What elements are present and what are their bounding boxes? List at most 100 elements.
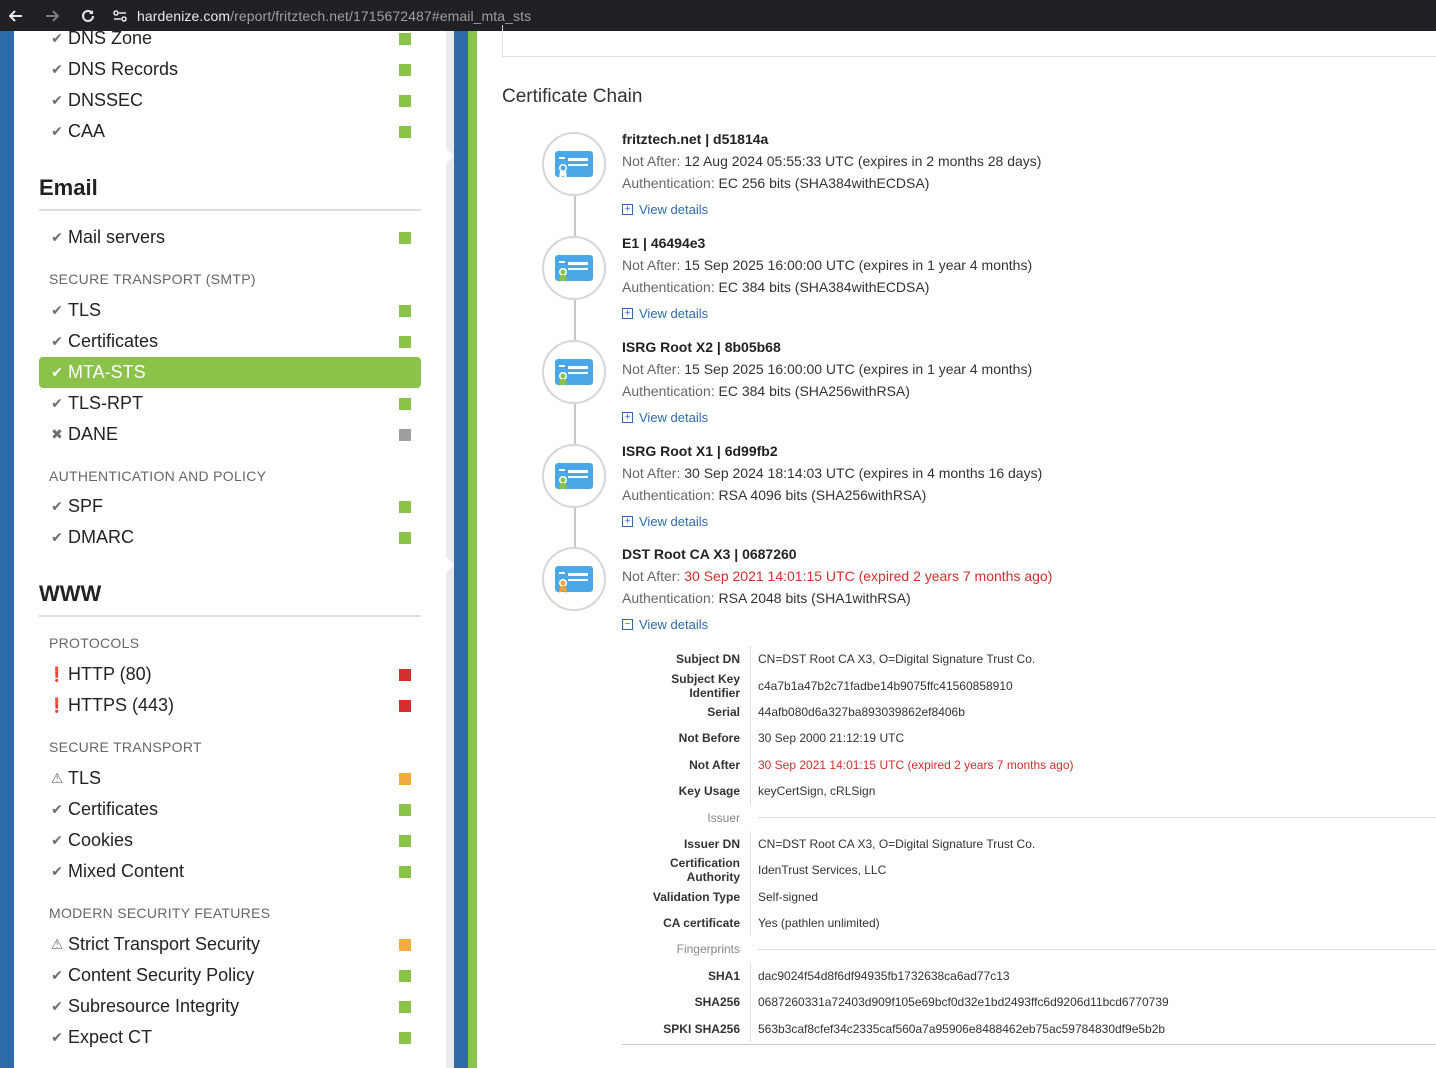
status-square — [399, 500, 411, 513]
group-divider — [758, 817, 1436, 819]
back-button[interactable] — [2, 2, 30, 30]
detail-key: Issuer DN — [683, 836, 740, 851]
details-bottom-border — [622, 1043, 1436, 1045]
warning-icon: ⚠ — [50, 936, 64, 952]
detail-group-fingerprints: Fingerprints — [622, 936, 1436, 962]
sidebar-item-label: DNS Zone — [68, 31, 153, 48]
section-title-www: WWW — [39, 581, 421, 617]
hide-details-link[interactable]: − View details — [622, 613, 1422, 635]
sidebar-item-www-certificates[interactable]: ✔ Certificates — [39, 794, 421, 825]
status-square — [399, 1000, 411, 1013]
certificate-icon — [542, 236, 606, 300]
sidebar-item-http[interactable]: ❗ HTTP (80) — [39, 659, 421, 690]
cross-icon: ✖ — [51, 426, 63, 442]
check-icon: ✔ — [51, 967, 63, 983]
detail-key: Not After — [689, 757, 740, 772]
detail-value: 563b3caf8cfef34c2335caf560a7a95906e84884… — [750, 1015, 1165, 1042]
chain-connector — [574, 404, 576, 444]
detail-key: SPKI SHA256 — [663, 1021, 740, 1036]
certificate-entry: E1 | 46494e3 Not After: 15 Sep 2025 16:0… — [622, 235, 1422, 324]
sidebar-item-https[interactable]: ❗ HTTPS (443) — [39, 690, 421, 721]
sidebar-item-label: Mixed Content — [68, 861, 185, 881]
site-settings-icon[interactable] — [112, 8, 128, 24]
reload-icon — [82, 9, 94, 22]
view-details-link[interactable]: + View details — [622, 302, 1422, 324]
sidebar-item-mail-servers[interactable]: ✔ Mail servers — [39, 222, 421, 253]
auth-row: Authentication: EC 384 bits (SHA384withE… — [622, 279, 1422, 301]
status-square — [399, 428, 411, 441]
sidebar-item-label: Expect CT — [68, 1027, 153, 1047]
sidebar-item-spf[interactable]: ✔ SPF — [39, 491, 421, 522]
sidebar-item-caa[interactable]: ✔ CAA — [39, 116, 421, 147]
sidebar-item-hsts[interactable]: ⚠ Strict Transport Security — [39, 929, 421, 960]
certificate-name: DST Root CA X3 | 0687260 — [622, 546, 797, 562]
certificate-icon — [542, 132, 606, 196]
chain-connector — [574, 507, 576, 548]
certificate-name: ISRG Root X1 | 6d99fb2 — [622, 443, 778, 459]
certificate-name: E1 | 46494e3 — [622, 235, 706, 251]
not-after-value: 15 Sep 2025 16:00:00 UTC (expires in 1 y… — [684, 361, 1033, 377]
forward-arrow-icon — [46, 9, 59, 22]
status-square — [399, 231, 411, 244]
sidebar-item-tls-rpt[interactable]: ✔ TLS-RPT — [39, 388, 421, 419]
view-details-link[interactable]: + View details — [622, 198, 1422, 220]
not-after-label: Not After: — [622, 465, 681, 481]
sidebar-item-dnssec[interactable]: ✔ DNSSEC — [39, 85, 421, 116]
sidebar-item-www-tls[interactable]: ⚠ TLS — [39, 763, 421, 794]
subheading-auth-policy: AUTHENTICATION AND POLICY — [49, 468, 267, 484]
sidebar-item-label: TLS-RPT — [68, 393, 144, 413]
sidebar: ✔ DNS Zone ✔ DNS Records ✔ DNSSEC ✔ CAA … — [14, 31, 446, 1068]
detail-key: Certification Authority — [669, 856, 740, 885]
view-details-label: View details — [639, 513, 709, 529]
expand-icon: + — [622, 203, 633, 215]
sidebar-item-dns-records[interactable]: ✔ DNS Records — [39, 54, 421, 85]
sidebar-item-dane[interactable]: ✖ DANE — [39, 419, 421, 450]
not-after-value: 12 Aug 2024 05:55:33 UTC (expires in 2 m… — [684, 153, 1042, 169]
section-title-email: Email — [39, 175, 421, 211]
check-icon: ✔ — [51, 998, 63, 1014]
sidebar-item-csp[interactable]: ✔ Content Security Policy — [39, 960, 421, 991]
sidebar-item-label: HTTP (80) — [68, 664, 152, 684]
sidebar-item-cookies[interactable]: ✔ Cookies — [39, 825, 421, 856]
view-details-label: View details — [639, 616, 709, 632]
auth-label: Authentication: — [622, 487, 715, 503]
detail-value: CN=DST Root CA X3, O=Digital Signature T… — [750, 830, 1035, 858]
sidebar-item-label: DANE — [68, 424, 119, 444]
auth-row: Authentication: RSA 4096 bits (SHA256wit… — [622, 487, 1422, 509]
certificate-chain-title: Certificate Chain — [502, 86, 643, 107]
sidebar-item-expect-ct[interactable]: ✔ Expect CT — [39, 1022, 421, 1053]
sidebar-item-dmarc[interactable]: ✔ DMARC — [39, 522, 421, 553]
forward-button[interactable] — [38, 2, 66, 30]
status-square — [399, 865, 411, 878]
sidebar-item-sri[interactable]: ✔ Subresource Integrity — [39, 991, 421, 1022]
sidebar-item-email-certificates[interactable]: ✔ Certificates — [39, 326, 421, 357]
auth-value: RSA 2048 bits (SHA1withRSA) — [718, 590, 911, 606]
not-after-value: 30 Sep 2024 18:14:03 UTC (expires in 4 m… — [684, 465, 1043, 481]
status-square — [399, 397, 411, 410]
auth-value: EC 384 bits (SHA384withECDSA) — [718, 279, 930, 295]
view-details-link[interactable]: + View details — [622, 510, 1422, 532]
sidebar-item-email-tls[interactable]: ✔ TLS — [39, 295, 421, 326]
detail-group-issuer: Issuer — [622, 804, 1436, 830]
view-details-link[interactable]: + View details — [622, 406, 1422, 428]
reload-button[interactable] — [74, 2, 102, 30]
auth-row: Authentication: RSA 2048 bits (SHA1withR… — [622, 590, 1422, 612]
not-after-value: 30 Sep 2021 14:01:15 UTC (expired 2 year… — [684, 568, 1053, 584]
detail-row: SHA256 0687260331a72403d909f105e69bcf0d32… — [622, 989, 1436, 1016]
sidebar-item-mta-sts[interactable]: ✔ MTA-STS — [39, 357, 421, 388]
not-after-label: Not After: — [622, 153, 681, 169]
status-square — [399, 938, 411, 951]
detail-row: CA certificate Yes (pathlen unlimited) — [622, 909, 1436, 937]
auth-row: Authentication: EC 256 bits (SHA384withE… — [622, 175, 1422, 197]
address-bar[interactable]: hardenize.com/report/fritztech.net/17156… — [137, 8, 531, 24]
url-host: hardenize.com — [137, 7, 231, 24]
status-square — [399, 834, 411, 847]
sidebar-item-label: TLS — [68, 300, 102, 320]
sidebar-item-mixed-content[interactable]: ✔ Mixed Content — [39, 856, 421, 887]
url-path: /report/fritztech.net/1715672487#email_m… — [230, 7, 532, 24]
check-icon: ✔ — [51, 1029, 63, 1045]
sidebar-item-label: MTA-STS — [68, 362, 146, 382]
sidebar-item-label: Cookies — [68, 830, 134, 850]
sidebar-item-dns-zone[interactable]: ✔ DNS Zone — [39, 31, 421, 54]
not-after-row: Not After: 15 Sep 2025 16:00:00 UTC (exp… — [622, 257, 1422, 279]
